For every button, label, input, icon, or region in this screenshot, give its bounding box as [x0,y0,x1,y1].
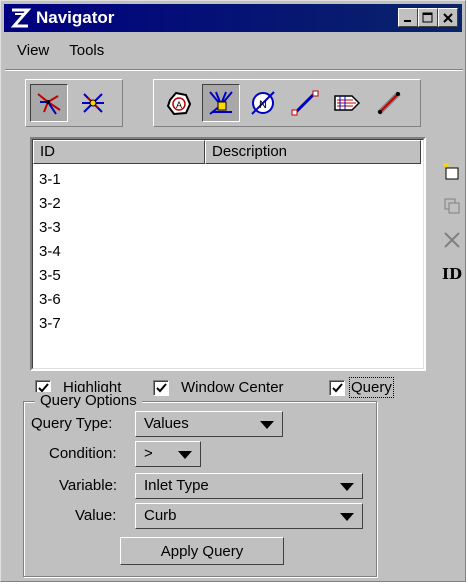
list-item[interactable]: 3-2 [39,192,61,216]
menu-view[interactable]: View [7,42,59,59]
id-button[interactable]: ID [441,263,463,285]
menu-tools[interactable]: Tools [59,42,114,59]
id-label: ID [441,265,463,283]
column-header-id[interactable]: ID [33,140,205,164]
chevron-down-icon [178,451,192,459]
new-item-icon [443,162,459,180]
condition-select[interactable]: > [135,441,201,467]
copy-icon [444,198,460,214]
apply-query-button[interactable]: Apply Query [120,537,284,565]
list-item[interactable]: 3-3 [39,216,61,240]
value-select[interactable]: Curb [135,503,363,529]
close-icon [443,12,453,23]
query-type-select[interactable]: Values [135,411,283,437]
minimize-icon [404,19,411,22]
check-icon [155,382,167,392]
title-bar[interactable]: Navigator [4,4,462,32]
link-button[interactable] [370,84,408,122]
pipe-button[interactable] [286,84,324,122]
variable-value: Inlet Type [144,477,209,494]
close-button[interactable] [438,8,458,27]
query-type-label: Query Type: [31,415,113,432]
window-center-checkbox[interactable]: Window Center [153,379,284,396]
checkbox-box [153,379,169,396]
variable-label: Variable: [59,477,118,494]
value-value: Curb [144,507,177,524]
node-button[interactable]: N [244,84,282,122]
gutter-button[interactable] [328,84,366,122]
node-view-icon [82,93,104,113]
value-label: Value: [75,507,117,524]
list-item[interactable]: 3-7 [39,312,61,336]
app-logo-icon [10,8,32,28]
area-button[interactable]: A [160,84,198,122]
maximize-button[interactable] [418,8,438,27]
node-icon: N [251,91,275,115]
network-view-icon [37,93,61,115]
node-view-button[interactable] [74,84,112,122]
element-list[interactable]: ID Description 3-1 3-2 3-3 3-4 3-5 3-6 3… [30,137,426,371]
minimize-button[interactable] [398,8,418,27]
menu-separator [5,69,463,71]
delete-element-button[interactable] [441,229,463,251]
inlet-icon [209,91,233,115]
copy-element-button[interactable] [441,195,463,217]
link-icon [377,91,401,115]
query-options-title: Query Options [35,392,142,409]
window-title: Navigator [36,8,115,27]
gutter-icon [334,95,361,111]
query-type-value: Values [144,415,189,432]
add-element-button[interactable] [441,161,463,183]
variable-select[interactable]: Inlet Type [135,473,363,499]
condition-label: Condition: [49,445,117,462]
inlet-button[interactable] [202,84,240,122]
check-icon [331,382,343,392]
chevron-down-icon [260,421,274,429]
list-item[interactable]: 3-5 [39,264,61,288]
area-icon: A [166,91,192,116]
navigator-window: Navigator View Tools A N ID Description … [0,0,466,582]
check-icon [37,382,49,392]
chevron-down-icon [340,483,354,491]
chevron-down-icon [340,513,354,521]
view-toolbar [25,79,123,127]
list-item[interactable]: 3-4 [39,240,61,264]
network-view-button[interactable] [30,84,68,122]
column-header-description[interactable]: Description [205,140,421,164]
list-item[interactable]: 3-1 [39,168,61,192]
menu-bar: View Tools [7,37,114,63]
pipe-icon [291,90,319,116]
list-item[interactable]: 3-6 [39,288,61,312]
query-checkbox[interactable]: Query [329,377,394,398]
checkbox-box [329,379,345,396]
element-toolbar: A N [153,79,421,127]
condition-value: > [144,445,153,462]
delete-icon [444,232,460,248]
query-label: Query [349,377,394,398]
svg-text:A: A [176,100,182,110]
maximize-icon [422,12,433,22]
svg-text:N: N [259,99,267,111]
window-center-label: Window Center [181,379,284,396]
element-list-frame: ID Description 3-1 3-2 3-3 3-4 3-5 3-6 3… [32,139,424,369]
